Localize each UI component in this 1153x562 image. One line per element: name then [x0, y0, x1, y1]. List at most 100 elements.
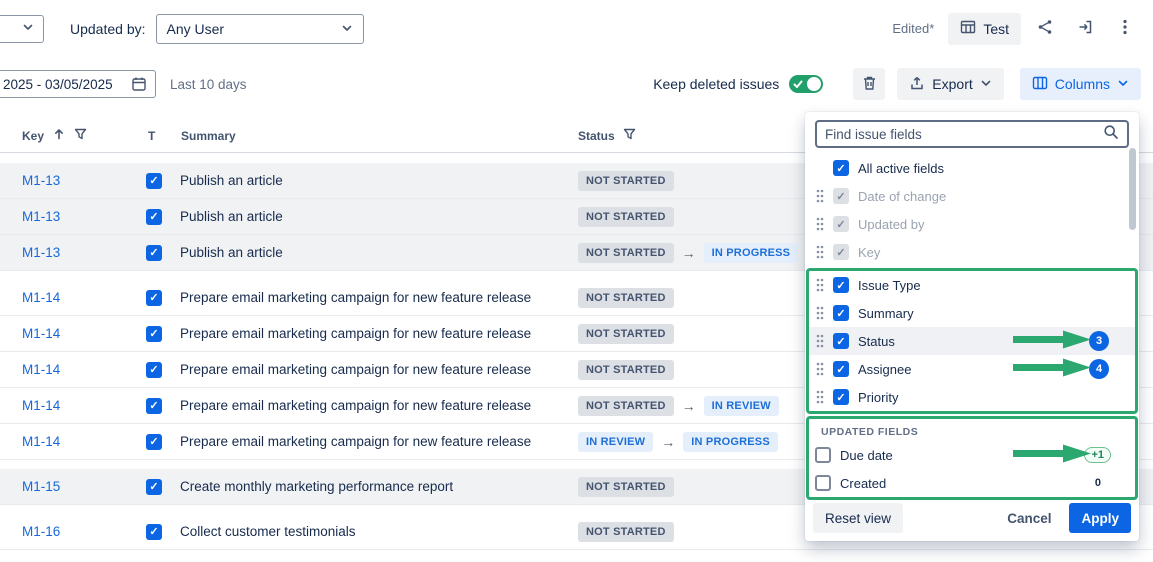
leftmost-dropdown[interactable] — [0, 15, 44, 43]
checkbox-checked-icon[interactable]: ✓ — [146, 434, 162, 450]
sort-ascending-icon[interactable] — [53, 128, 65, 143]
checkbox-checked-icon[interactable]: ✓ — [833, 277, 849, 293]
date-range-input[interactable]: 2025 - 03/05/2025 — [0, 70, 156, 98]
status-chip: NOT STARTED — [578, 324, 674, 344]
cancel-button[interactable]: Cancel — [1007, 511, 1051, 526]
field-row-due-date[interactable]: Due date+1 — [809, 441, 1135, 469]
column-header-summary[interactable]: Summary — [180, 129, 578, 143]
annotation-arrow-icon — [1013, 359, 1091, 380]
field-label: Priority — [858, 390, 898, 405]
checkbox-checked-icon[interactable]: ✓ — [146, 398, 162, 414]
checkbox-checked-icon[interactable]: ✓ — [833, 305, 849, 321]
drag-handle-icon[interactable] — [815, 188, 825, 204]
field-row-issue-type[interactable]: ✓ Issue Type — [809, 271, 1135, 299]
type-cell: ✓ — [140, 479, 180, 495]
drag-handle-icon[interactable] — [815, 389, 825, 405]
filter-icon[interactable] — [74, 128, 87, 143]
checkbox-unchecked-icon[interactable] — [815, 475, 831, 491]
open-in-new-button[interactable] — [1069, 13, 1101, 45]
issue-key-link[interactable]: M1-13 — [0, 173, 140, 188]
reset-view-button[interactable]: Reset view — [813, 503, 903, 533]
checkbox-checked-icon[interactable]: ✓ — [146, 524, 162, 540]
updated-fields-section-header: UPDATED FIELDS — [809, 419, 1135, 441]
share-button[interactable] — [1029, 13, 1061, 45]
updated-by-select[interactable]: Any User — [156, 14, 364, 44]
issue-key-link[interactable]: M1-14 — [0, 434, 140, 449]
all-active-fields-row[interactable]: ✓ All active fields — [809, 154, 1135, 182]
field-count-badge: 0 — [1095, 477, 1101, 489]
export-icon — [909, 75, 925, 94]
field-search — [815, 120, 1129, 148]
field-row-assignee[interactable]: ✓Assignee4 — [809, 355, 1135, 383]
keep-deleted-toggle[interactable] — [789, 75, 823, 93]
field-label: Issue Type — [858, 278, 921, 293]
checkbox-checked-icon[interactable]: ✓ — [833, 361, 849, 377]
export-button[interactable]: Export — [897, 68, 1003, 100]
checkbox-checked-icon[interactable]: ✓ — [146, 479, 162, 495]
field-count-badge: 3 — [1089, 331, 1109, 351]
checkbox-unchecked-icon[interactable] — [815, 447, 831, 463]
annotation-arrow-icon — [1013, 331, 1091, 352]
drag-handle-icon[interactable] — [815, 361, 825, 377]
checkbox-checked-icon[interactable]: ✓ — [146, 326, 162, 342]
issue-key-link[interactable]: M1-15 — [0, 479, 140, 494]
issue-key-link[interactable]: M1-14 — [0, 290, 140, 305]
drag-handle-icon[interactable] — [815, 333, 825, 349]
filter-toolbar: 2025 - 03/05/2025 Last 10 days Keep dele… — [0, 57, 1153, 111]
annotation-box-active-fields: ✓Issue Type✓Summary✓Status3✓Assignee4✓Pr… — [806, 268, 1138, 414]
columns-button[interactable]: Columns — [1020, 68, 1141, 100]
chevron-down-icon — [980, 76, 992, 92]
field-row-created[interactable]: Created0 — [809, 469, 1135, 497]
issue-key-link[interactable]: M1-14 — [0, 326, 140, 341]
drag-handle-icon[interactable] — [815, 305, 825, 321]
delete-button[interactable] — [853, 68, 885, 100]
open-in-new-icon — [1077, 19, 1093, 38]
chevron-down-icon — [22, 20, 34, 38]
checkbox-disabled-icon: ✓ — [833, 188, 849, 204]
checkbox-checked-icon[interactable]: ✓ — [146, 173, 162, 189]
checkbox-checked-icon[interactable]: ✓ — [833, 389, 849, 405]
checkbox-checked-icon[interactable]: ✓ — [146, 209, 162, 225]
issue-key-link[interactable]: M1-13 — [0, 209, 140, 224]
checkbox-checked-icon[interactable]: ✓ — [146, 245, 162, 261]
issue-key-link[interactable]: M1-13 — [0, 245, 140, 260]
panel-scrollbar[interactable] — [1129, 148, 1136, 230]
annotation-arrow-icon — [1013, 445, 1091, 466]
column-header-type[interactable]: T — [140, 129, 180, 143]
locked-fields-list: ✓Date of change✓Updated by✓Key — [809, 182, 1135, 266]
more-options-button[interactable] — [1109, 13, 1141, 45]
type-cell: ✓ — [140, 245, 180, 261]
field-label: Updated by — [858, 217, 925, 232]
status-chip: IN REVIEW — [578, 432, 653, 452]
field-row-summary[interactable]: ✓Summary — [809, 299, 1135, 327]
issue-key-link[interactable]: M1-14 — [0, 398, 140, 413]
status-chip: NOT STARTED — [578, 522, 674, 542]
drag-handle-icon[interactable] — [815, 216, 825, 232]
field-row-priority[interactable]: ✓ Priority — [809, 383, 1135, 411]
status-chip: NOT STARTED — [578, 396, 674, 416]
kebab-icon — [1123, 19, 1127, 38]
field-row-status[interactable]: ✓Status3 — [809, 327, 1135, 355]
issue-summary: Prepare email marketing campaign for new… — [180, 398, 578, 413]
issue-key-link[interactable]: M1-14 — [0, 362, 140, 377]
checkbox-checked-icon[interactable]: ✓ — [146, 290, 162, 306]
checkbox-checked-icon[interactable]: ✓ — [146, 362, 162, 378]
drag-handle-icon[interactable] — [815, 277, 825, 293]
type-cell: ✓ — [140, 290, 180, 306]
checkbox-checked-icon[interactable]: ✓ — [833, 160, 849, 176]
test-view-button[interactable]: Test — [948, 13, 1021, 45]
status-chip: NOT STARTED — [578, 360, 674, 380]
filter-icon[interactable] — [623, 128, 636, 143]
issue-key-link[interactable]: M1-16 — [0, 524, 140, 539]
toggle-knob — [807, 77, 821, 91]
status-chip: IN PROGRESS — [704, 243, 799, 263]
column-header-key[interactable]: Key — [0, 128, 140, 143]
field-label: Due date — [840, 448, 893, 463]
field-search-input[interactable] — [825, 127, 1103, 142]
checkbox-checked-icon[interactable]: ✓ — [833, 333, 849, 349]
status-chip: IN REVIEW — [704, 396, 779, 416]
apply-button[interactable]: Apply — [1069, 503, 1131, 533]
annotation-box-updated-fields: UPDATED FIELDS Due date+1Created0 — [806, 416, 1138, 500]
drag-handle-icon[interactable] — [815, 244, 825, 260]
issue-summary: Prepare email marketing campaign for new… — [180, 290, 578, 305]
